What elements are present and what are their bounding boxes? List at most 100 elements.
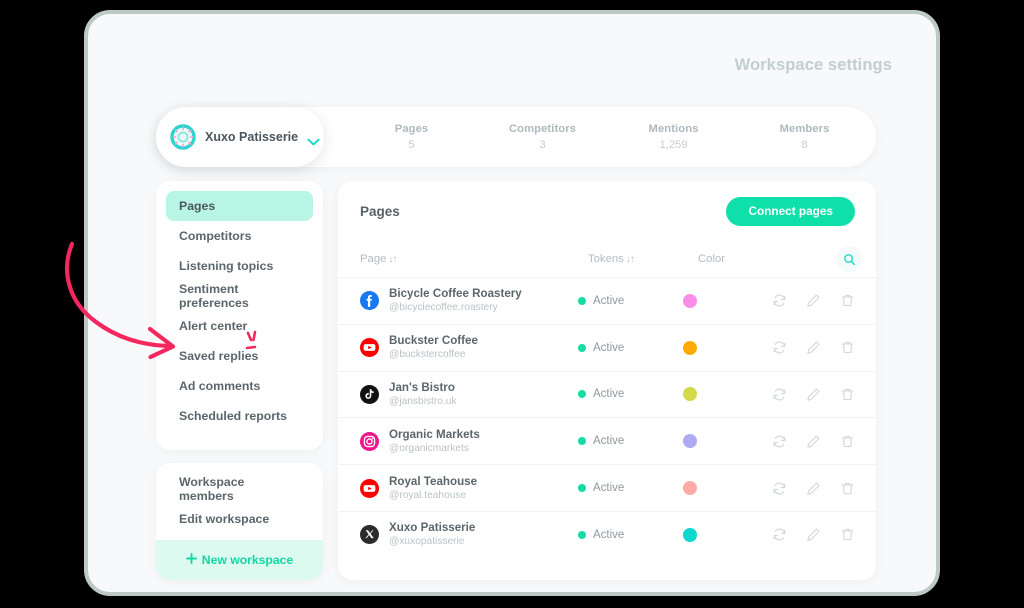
pages-panel-header: Pages Connect pages <box>338 181 876 241</box>
column-header-color: Color <box>698 253 791 265</box>
delete-trash-icon[interactable] <box>840 434 855 449</box>
workspace-sidebar-footer: Workspace members Edit workspace New wor… <box>156 463 323 580</box>
table-header-row: Page ↓↑ Tokens ↓↑ Color <box>338 241 876 277</box>
page-handle: @buckstercoffee <box>389 349 466 361</box>
color-cell <box>683 340 772 355</box>
chevron-down-icon[interactable] <box>307 133 320 146</box>
refresh-icon[interactable] <box>772 387 787 402</box>
edit-pencil-icon[interactable] <box>806 481 821 496</box>
color-swatch[interactable] <box>683 340 698 355</box>
sidebar-item-workspace-members[interactable]: Workspace members <box>166 474 313 504</box>
sidebar-item-sentiment-preferences[interactable]: Sentiment preferences <box>166 281 313 311</box>
sidebar-item-alert-center[interactable]: Alert center <box>166 311 313 341</box>
page-handle: @jansbistro.uk <box>389 395 457 407</box>
status-dot-icon <box>577 530 586 539</box>
token-status: Active <box>592 341 625 354</box>
color-swatch[interactable] <box>683 527 698 542</box>
sidebar-item-ad-comments[interactable]: Ad comments <box>166 371 313 401</box>
sidebar-item-competitors[interactable]: Competitors <box>166 221 313 251</box>
page-handle: @xuxopatisserie <box>389 536 465 548</box>
color-swatch[interactable] <box>683 293 698 308</box>
page-name: Organic Markets <box>389 427 480 441</box>
refresh-icon[interactable] <box>772 481 787 496</box>
sidebar-item-listening-topics[interactable]: Listening topics <box>166 251 313 281</box>
token-status: Active <box>592 294 625 307</box>
connect-pages-button[interactable]: Connect pages <box>726 196 855 226</box>
youtube-icon <box>360 478 379 498</box>
sort-arrows-icon: ↓↑ <box>625 254 635 265</box>
table-row[interactable]: Xuxo Patisserie @xuxopatisserie Active <box>338 510 876 558</box>
token-status: Active <box>592 435 625 448</box>
sidebar-item-edit-workspace[interactable]: Edit workspace <box>166 504 313 534</box>
table-row[interactable]: Buckster Coffee @buckstercoffee Active <box>338 323 876 371</box>
refresh-icon[interactable] <box>772 434 787 449</box>
token-cell: Active <box>577 294 683 307</box>
table-row[interactable]: Jan's Bistro @jansbistro.uk Active <box>338 370 876 418</box>
sidebar-item-label: Competitors <box>179 229 252 243</box>
status-dot-icon <box>577 296 586 305</box>
page-cell: Bicycle Coffee Roastery @bicyclecoffee.r… <box>360 287 578 314</box>
sidebar-item-scheduled-reports[interactable]: Scheduled reports <box>166 401 313 431</box>
instagram-icon <box>360 431 379 451</box>
stat-value: 3 <box>539 139 546 151</box>
search-button[interactable] <box>836 246 862 272</box>
table-row[interactable]: Organic Markets @organicmarkets Active <box>338 417 876 464</box>
stat-value: 1,259 <box>659 139 688 151</box>
app-window: Workspace settings Xuxo Patisserie Pages… <box>84 10 940 596</box>
edit-pencil-icon[interactable] <box>806 340 821 355</box>
stat-pages: Pages 5 <box>346 123 477 151</box>
stat-label: Mentions <box>648 123 699 135</box>
column-header-tokens[interactable]: Tokens ↓↑ <box>588 253 698 265</box>
sidebar-item-label: Alert center <box>179 319 248 333</box>
delete-trash-icon[interactable] <box>840 527 855 542</box>
sidebar-item-pages[interactable]: Pages <box>166 191 313 221</box>
edit-pencil-icon[interactable] <box>806 293 821 308</box>
plus-icon <box>185 553 197 567</box>
sidebar-item-label: Pages <box>179 199 216 213</box>
search-icon <box>843 253 855 265</box>
pages-panel: Pages Connect pages Page ↓↑ Tokens ↓↑ Colo… <box>338 181 876 580</box>
column-header-color-label: Color <box>698 253 725 265</box>
new-workspace-button[interactable]: New workspace <box>156 540 323 580</box>
row-actions <box>772 293 862 308</box>
delete-trash-icon[interactable] <box>840 340 855 355</box>
edit-pencil-icon[interactable] <box>806 387 821 402</box>
edit-pencil-icon[interactable] <box>806 527 821 542</box>
stat-label: Pages <box>394 123 429 135</box>
workspace-stats: Pages 5 Competitors 3 Mentions 1,259 Mem… <box>346 107 870 167</box>
table-row[interactable]: Royal Teahouse @royal.teahouse Active <box>338 464 876 511</box>
column-header-page[interactable]: Page ↓↑ <box>360 253 588 265</box>
sidebar-item-label: Listening topics <box>179 259 274 273</box>
refresh-icon[interactable] <box>772 293 787 308</box>
status-dot-icon <box>577 343 586 352</box>
color-swatch[interactable] <box>683 481 698 496</box>
color-swatch[interactable] <box>683 434 698 449</box>
table-header-actions <box>791 246 862 272</box>
color-cell <box>683 527 772 542</box>
stat-label: Members <box>779 123 830 135</box>
page-cell: Buckster Coffee @buckstercoffee <box>360 334 578 361</box>
settings-sidebar: Pages Competitors Listening topics Senti… <box>156 181 323 450</box>
status-dot-icon <box>577 437 586 446</box>
delete-trash-icon[interactable] <box>840 293 855 308</box>
sort-arrows-icon: ↓↑ <box>388 254 397 265</box>
pages-panel-title: Pages <box>360 203 400 219</box>
facebook-icon <box>360 291 379 311</box>
refresh-icon[interactable] <box>772 340 787 355</box>
page-handle: @royal.teahouse <box>389 489 467 501</box>
edit-pencil-icon[interactable] <box>806 434 821 449</box>
refresh-icon[interactable] <box>772 527 787 542</box>
color-cell <box>683 481 772 496</box>
delete-trash-icon[interactable] <box>840 481 855 496</box>
color-swatch[interactable] <box>683 387 698 402</box>
workspace-selector[interactable]: Xuxo Patisserie <box>156 107 324 167</box>
token-cell: Active <box>577 388 683 400</box>
sidebar-item-label: Workspace members <box>179 475 245 503</box>
table-row[interactable]: Bicycle Coffee Roastery @bicyclecoffee.r… <box>338 277 876 324</box>
page-title: Workspace settings <box>734 56 892 74</box>
token-cell: Active <box>577 341 683 354</box>
delete-trash-icon[interactable] <box>840 387 855 402</box>
stat-competitors: Competitors 3 <box>477 123 608 151</box>
stat-label: Competitors <box>509 123 576 135</box>
sidebar-item-saved-replies[interactable]: Saved replies <box>166 341 313 371</box>
